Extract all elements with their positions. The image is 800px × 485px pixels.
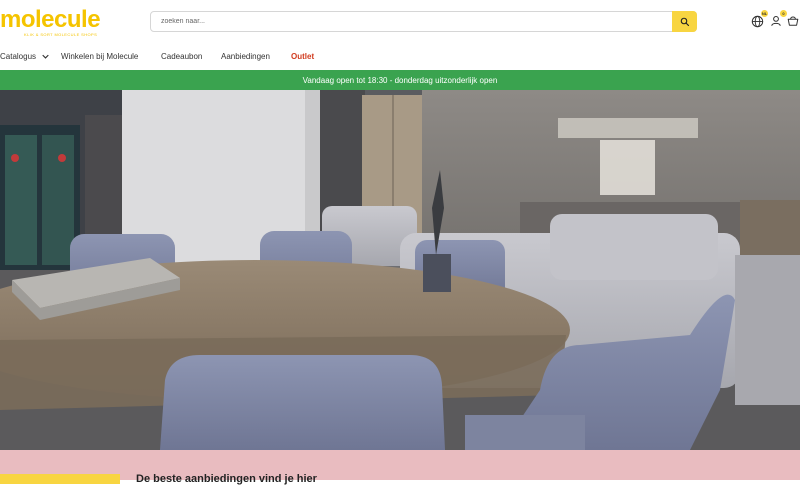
site-header: molecule KLIK & SORT MOLECULE SHOPS NL 0 <box>0 0 800 46</box>
brand-name: molecule <box>0 6 101 33</box>
nav-item-cadeaubon[interactable]: Cadeaubon <box>161 52 202 61</box>
opening-hours-banner: Vandaag open tot 18:30 - donderdag uitzo… <box>0 70 800 90</box>
main-nav: Catalogus Winkelen bij Molecule Cadeaubo… <box>0 46 800 69</box>
opening-hours-text: Vandaag open tot 18:30 - donderdag uitzo… <box>302 75 498 85</box>
promo-section: De beste aanbiedingen vind je hier <box>0 450 800 485</box>
brand-logo[interactable]: molecule KLIK & SORT MOLECULE SHOPS <box>0 6 101 38</box>
hero-photo <box>0 90 800 450</box>
user-icon <box>771 15 781 26</box>
cart-button[interactable] <box>786 14 800 28</box>
nav-item-label: Catalogus <box>0 52 37 61</box>
language-badge: NL <box>761 10 768 17</box>
globe-icon <box>751 15 763 27</box>
showroom-image <box>0 90 800 450</box>
account-button[interactable]: 0 <box>769 10 787 28</box>
brand-tagline: KLIK & SORT MOLECULE SHOPS <box>24 32 98 37</box>
language-button[interactable]: NL <box>750 10 768 28</box>
search-button[interactable] <box>672 11 697 32</box>
nav-item-aanbiedingen[interactable]: Aanbiedingen <box>221 52 270 61</box>
nav-item-outlet[interactable]: Outlet <box>291 52 314 61</box>
nav-item-catalogus[interactable]: Catalogus <box>0 52 49 61</box>
chevron-down-icon <box>42 55 49 60</box>
nav-item-winkelen[interactable]: Winkelen bij Molecule <box>61 52 138 61</box>
search-icon <box>680 17 689 26</box>
promo-highlight <box>0 474 120 484</box>
search-bar <box>150 11 697 32</box>
search-input[interactable] <box>151 12 671 31</box>
promo-title: De beste aanbiedingen vind je hier <box>136 473 317 485</box>
basket-icon <box>787 16 799 26</box>
